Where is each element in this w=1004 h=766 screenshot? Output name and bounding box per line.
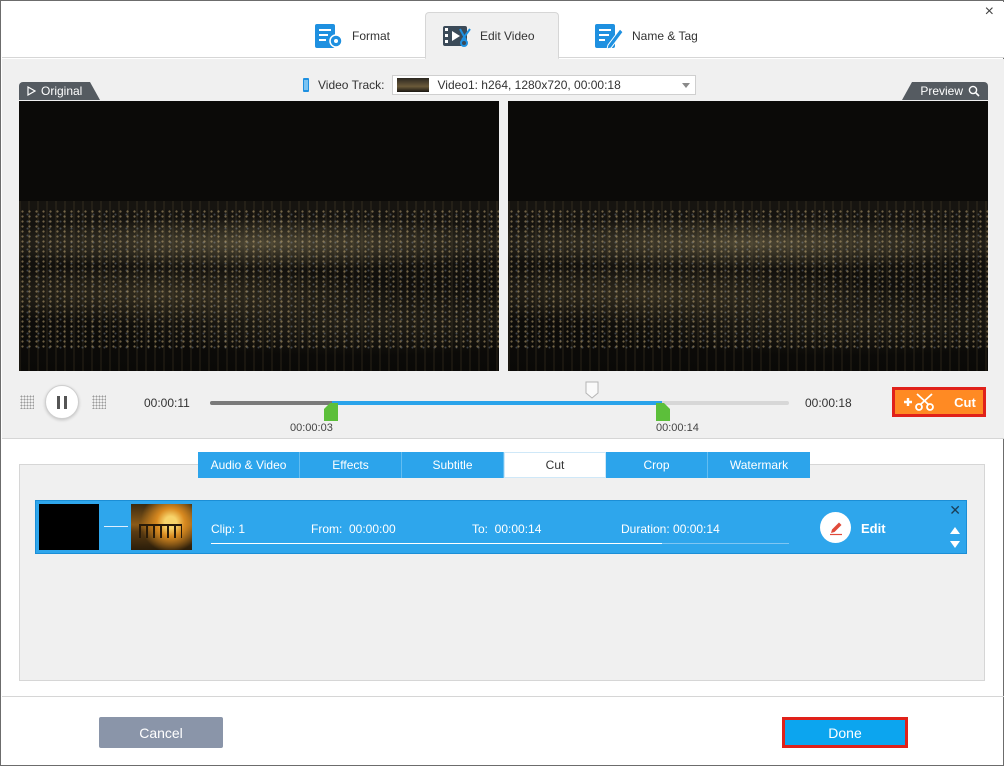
cut-start-marker[interactable] xyxy=(323,403,338,421)
preview-area: Original Video Track: Video1: h264, 1280… xyxy=(2,59,1004,439)
video-track-row: Video Track: Video1: h264, 1280x720, 00:… xyxy=(302,74,697,96)
clip-from: From: 00:00:00 xyxy=(311,522,396,536)
move-up-icon[interactable] xyxy=(950,527,960,534)
pause-button[interactable] xyxy=(45,385,79,419)
footer-divider xyxy=(2,696,1004,697)
clip-duration: Duration: 00:00:14 xyxy=(621,522,720,536)
clip-black-thumbnail xyxy=(39,504,99,550)
timeline-track[interactable] xyxy=(210,401,789,405)
original-video-frame xyxy=(19,101,499,371)
play-outline-icon xyxy=(27,86,36,96)
cut-button[interactable]: Cut xyxy=(892,387,986,417)
close-icon[interactable]: × xyxy=(985,4,994,20)
timeline-selection xyxy=(331,401,662,405)
clip-thumbnail xyxy=(131,504,192,550)
edit-clip-button[interactable] xyxy=(820,512,851,543)
track-thumbnail xyxy=(397,78,430,92)
cancel-button[interactable]: Cancel xyxy=(99,717,223,748)
clip-to: To: 00:00:14 xyxy=(472,522,542,536)
pencil-icon xyxy=(829,522,842,535)
cut-panel xyxy=(19,464,985,681)
pause-icon-bar xyxy=(64,395,67,409)
tab-name-tag[interactable]: Name & Tag xyxy=(578,12,714,59)
edit-clip-label[interactable]: Edit xyxy=(861,521,886,536)
video-track-value: Video1: h264, 1280x720, 00:00:18 xyxy=(437,78,621,92)
tab-name-tag-label: Name & Tag xyxy=(632,28,698,43)
pause-icon-bar xyxy=(57,395,60,409)
clip-row[interactable]: Clip: 1 From: 00:00:00 To: 00:00:14 Dura… xyxy=(35,500,967,554)
move-down-icon[interactable] xyxy=(950,541,960,548)
tab-edit-video[interactable]: Edit Video xyxy=(425,12,559,59)
clip-progress-fill xyxy=(211,543,662,544)
chevron-down-icon xyxy=(682,83,691,88)
original-label-text: Original xyxy=(41,84,83,98)
original-label: Original xyxy=(19,82,101,100)
video-track-label: Video Track: xyxy=(318,78,385,92)
marker-end-time: 00:00:14 xyxy=(656,422,699,434)
edit-video-dialog: × Format Edit Video Name & Tag Original … xyxy=(0,0,1004,766)
timeline-played xyxy=(210,401,332,405)
tab-edit-video-label: Edit Video xyxy=(480,28,535,43)
format-settings-icon xyxy=(315,23,343,48)
edit-video-icon xyxy=(443,25,471,47)
tab-watermark[interactable]: Watermark xyxy=(708,452,810,478)
preview-video-frame xyxy=(508,101,988,371)
top-tab-bar: × Format Edit Video Name & Tag xyxy=(2,2,1004,59)
cut-end-marker[interactable] xyxy=(655,403,670,421)
tab-format-label: Format xyxy=(352,28,391,43)
video-track-icon xyxy=(303,78,309,92)
grip-right-icon xyxy=(92,395,106,409)
search-icon xyxy=(968,85,980,97)
preview-label[interactable]: Preview xyxy=(902,82,988,100)
current-time: 00:00:11 xyxy=(144,396,190,410)
tab-subtitle[interactable]: Subtitle xyxy=(402,452,504,478)
tab-audio-video[interactable]: Audio & Video xyxy=(198,452,300,478)
clip-number: Clip: 1 xyxy=(211,522,246,536)
playhead-handle[interactable] xyxy=(585,381,599,399)
clip-connector xyxy=(104,526,128,527)
add-cut-icon xyxy=(904,393,935,411)
grip-left-icon xyxy=(20,395,34,409)
preview-label-text: Preview xyxy=(920,84,963,98)
tab-effects[interactable]: Effects xyxy=(300,452,402,478)
tab-format[interactable]: Format xyxy=(298,12,406,59)
done-button[interactable]: Done xyxy=(782,717,908,748)
marker-start-time: 00:00:03 xyxy=(290,422,333,434)
name-tag-icon xyxy=(595,23,624,49)
video-track-select[interactable]: Video1: h264, 1280x720, 00:00:18 xyxy=(392,75,697,95)
section-divider xyxy=(2,438,1004,439)
tab-crop[interactable]: Crop xyxy=(606,452,708,478)
edit-tabs: Audio & Video Effects Subtitle Cut Crop … xyxy=(198,452,810,478)
clip-progress-bar xyxy=(211,543,789,544)
cut-button-label: Cut xyxy=(954,394,976,410)
remove-clip-icon[interactable]: ✕ xyxy=(949,503,961,517)
total-time: 00:00:18 xyxy=(805,396,852,410)
tab-cut[interactable]: Cut xyxy=(504,452,606,478)
